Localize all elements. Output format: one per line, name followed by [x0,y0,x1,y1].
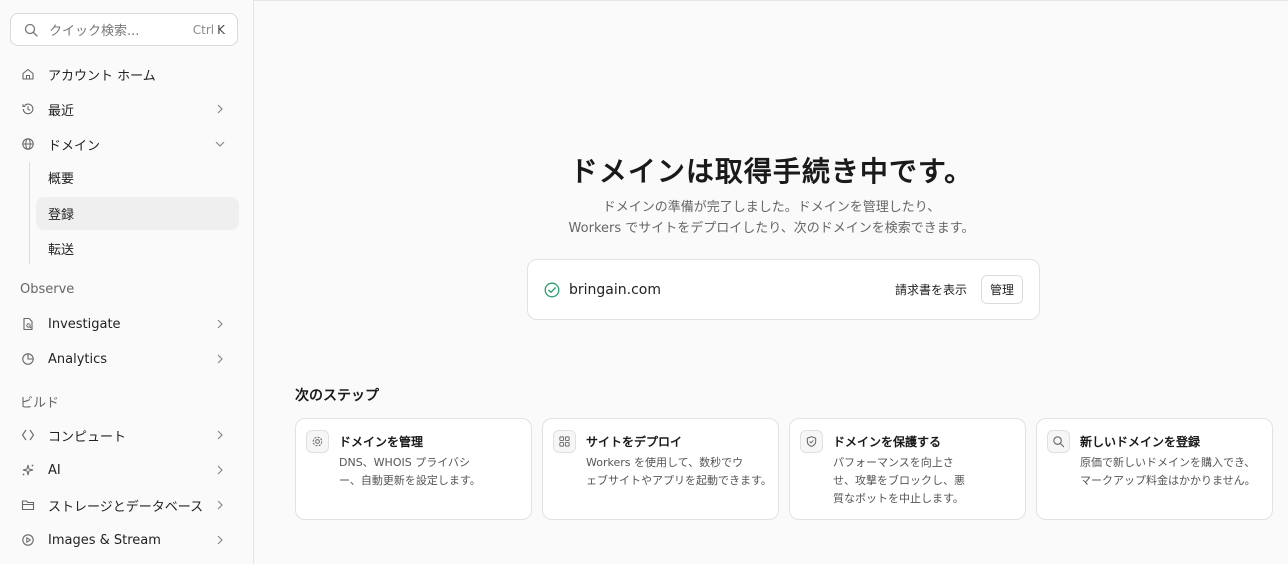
step-card-manage-domain[interactable]: ドメインを管理 DNS、WHOIS プライバシ ー、自動更新を設定します。 [295,418,532,520]
play-circle-icon [20,532,36,548]
sidebar-item-label: Investigate [48,316,121,332]
sidebar-item-label: ドメイン [48,138,101,154]
history-icon [20,101,36,117]
sidebar-item-investigate[interactable]: Investigate [10,308,238,340]
folder-icon [20,497,36,513]
quick-search[interactable]: クイック検索... Ctrl K [10,13,238,46]
sidebar: クイック検索... Ctrl K アカウント ホーム 最近 ドメイン 概要 登録 … [0,0,254,564]
sidebar-subitem-register[interactable]: 登録 [36,197,239,230]
section-label-build: ビルド [20,396,60,411]
next-steps-heading: 次のステップ [295,388,379,404]
subnav-guide-line [29,162,30,264]
sidebar-item-label: コンピュート [48,429,127,445]
document-search-icon [20,316,36,332]
step-card-title: ドメインを管理 [339,435,424,449]
sidebar-subitem-transfer[interactable]: 転送 [36,232,239,265]
sidebar-item-recent[interactable]: 最近 [10,93,238,125]
page-description-line-1: ドメインの準備が完了しました。ドメインを管理したり、 [602,200,941,215]
step-card-protect-domain[interactable]: ドメインを保護する パフォーマンスを向上さ せ、攻撃をブロックし、悪 質なボットを中… [789,418,1026,520]
sidebar-item-label: AI [48,462,61,478]
check-circle-icon [544,281,561,298]
chevron-right-icon [214,318,226,330]
chevron-right-icon [214,353,226,365]
chevron-right-icon [214,429,226,441]
domain-name: bringain.com [569,281,661,298]
search-icon [1047,430,1070,453]
page-title: ドメインは取得手続き中です。 [569,155,974,188]
search-shortcut: Ctrl K [192,22,225,37]
step-card-title: サイトをデプロイ [586,435,683,449]
sidebar-item-label: Images & Stream [48,532,161,548]
sidebar-item-images-stream[interactable]: Images & Stream [10,524,238,556]
step-card-description: DNS、WHOIS プライバシ ー、自動更新を設定します。 [339,456,481,487]
view-invoice-button[interactable]: 請求書を表示 [895,281,967,298]
pie-chart-icon [20,351,36,367]
step-card-description: パフォーマンスを向上さ せ、攻撃をブロックし、悪 質なボットを中止します。 [833,456,965,505]
manage-button[interactable]: 管理 [980,275,1023,304]
main-content: ドメインは取得手続き中です。 ドメインの準備が完了しました。ドメインを管理したり… [255,0,1288,564]
chevron-right-icon [214,103,226,115]
sidebar-item-account-home[interactable]: アカウント ホーム [10,58,238,90]
sidebar-item-label: 最近 [48,103,75,119]
step-card-deploy-site[interactable]: サイトをデプロイ Workers を使用して、数秒でウ ェブサイトやアプリを起動で… [542,418,779,520]
step-card-description: Workers を使用して、数秒でウ ェブサイトやアプリを起動できます。 [586,456,772,487]
step-card-description: 原価で新しいドメインを購入でき、 マークアップ料金はかかりません。 [1080,456,1256,487]
sidebar-subitem-overview[interactable]: 概要 [36,161,239,194]
search-icon [23,22,39,38]
sidebar-item-analytics[interactable]: Analytics [10,343,238,375]
gear-icon [306,430,329,453]
sidebar-item-label: アカウント ホーム [48,68,156,84]
sidebar-item-label: ストレージとデータベース [48,499,204,515]
step-card-register-new-domain[interactable]: 新しいドメインを登録 原価で新しいドメインを購入でき、 マークアップ料金はかかりま… [1036,418,1273,520]
sidebar-item-domains[interactable]: ドメイン [10,128,238,160]
domain-status-card: bringain.com 請求書を表示 管理 [527,259,1040,320]
sparkle-icon [20,462,36,478]
chevron-down-icon [214,138,226,150]
sidebar-item-compute[interactable]: コンピュート [10,419,238,451]
step-card-title: ドメインを保護する [833,435,942,449]
chevron-right-icon [214,464,226,476]
sidebar-item-label: Analytics [48,351,108,367]
section-label-observe: Observe [20,282,75,297]
step-card-title: 新しいドメインを登録 [1080,435,1201,449]
code-diamond-icon [20,427,36,443]
home-icon [20,66,36,82]
sidebar-item-storage[interactable]: ストレージとデータベース [10,489,238,521]
page-description-line-2: Workers でサイトをデプロイしたり、次のドメインを検索できます。 [568,221,975,236]
grid-icon [553,430,576,453]
shield-icon [800,430,823,453]
chevron-right-icon [214,499,226,511]
chevron-right-icon [214,534,226,546]
search-placeholder: クイック検索... [49,24,140,39]
globe-icon [20,136,36,152]
sidebar-item-ai[interactable]: AI [10,454,238,486]
